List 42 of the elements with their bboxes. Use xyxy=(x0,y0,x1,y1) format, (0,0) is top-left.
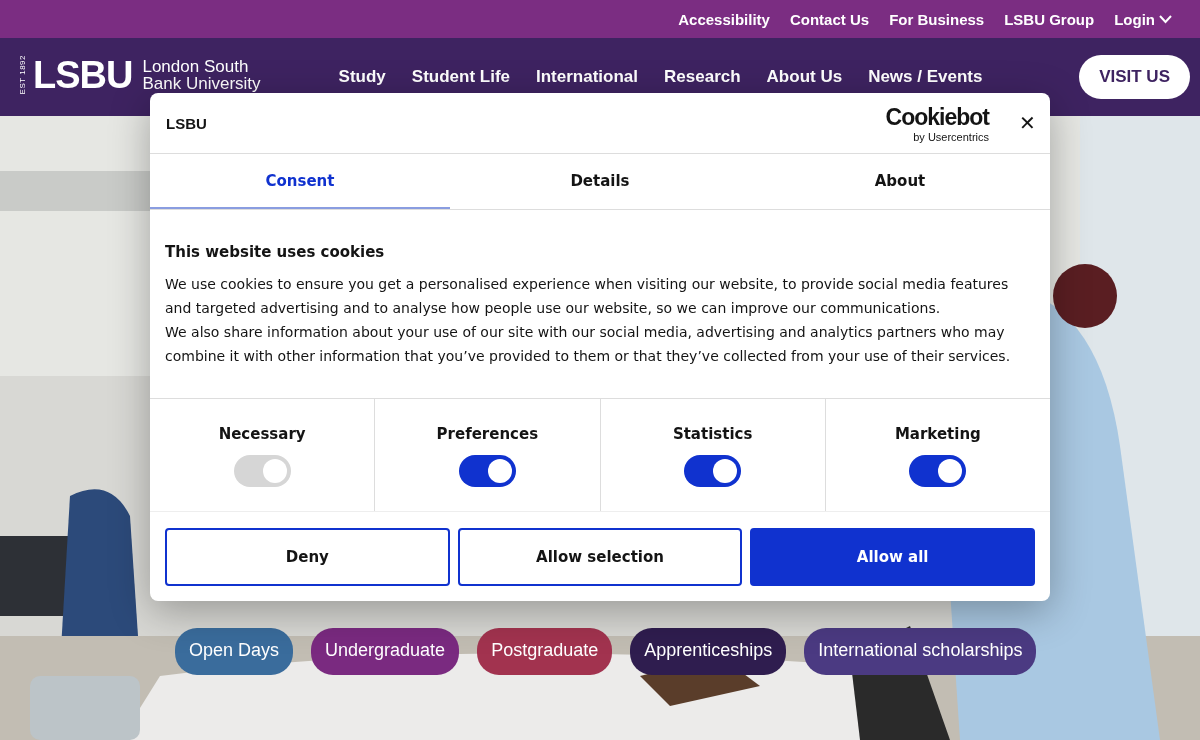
category-label: Marketing xyxy=(894,425,981,443)
category-pill[interactable]: Open Days xyxy=(175,628,294,675)
dialog-tab[interactable]: Consent xyxy=(150,154,450,209)
logo-name-text: Bank University xyxy=(142,75,261,92)
top-link[interactable]: LSBU Group xyxy=(1004,10,1095,28)
close-button[interactable]: ✕ xyxy=(1019,111,1036,135)
chevron-down-icon xyxy=(1159,14,1172,24)
category-pill[interactable]: Apprenticeships xyxy=(630,628,787,675)
nav-link[interactable]: Student Life xyxy=(411,67,510,87)
category-label: Necessary xyxy=(218,425,306,443)
nav-link[interactable]: Research xyxy=(664,67,741,87)
category-pill[interactable]: Undergraduate xyxy=(311,628,460,675)
logo-name-text: London South xyxy=(142,58,250,75)
cookiebot-subtitle: by Usercentrics xyxy=(913,130,989,143)
action-button[interactable]: Deny xyxy=(165,528,450,586)
category-pill[interactable]: International scholarships xyxy=(804,628,1037,675)
dialog-tab[interactable]: Details xyxy=(450,154,750,209)
top-link[interactable]: Login xyxy=(1114,10,1172,28)
brand-logo: LSBU xyxy=(166,114,207,132)
nav-link[interactable]: Study xyxy=(338,67,386,87)
nav-link[interactable]: News / Events xyxy=(868,67,983,87)
visit-us-button[interactable]: VISIT US xyxy=(1079,55,1190,99)
nav-link[interactable]: International xyxy=(536,67,639,87)
paragraph: We use cookies to ensure you get a personalised experience when visiting our website, to provide social media features and targeted advertising and to analyse how people use our website, so we can improve our communications. xyxy=(165,275,1010,318)
cookiebot-logo: Cookiebot xyxy=(885,103,989,131)
top-link[interactable]: Accessibility xyxy=(678,10,770,28)
category-pill[interactable]: Postgraduate xyxy=(477,628,613,675)
top-link[interactable]: For Business xyxy=(889,10,985,28)
dialog-tab[interactable]: About xyxy=(750,154,1050,209)
logo-est-text: EST 1892 xyxy=(18,55,27,95)
logo-mark[interactable]: LSBU xyxy=(33,53,133,97)
category-label: Statistics xyxy=(672,425,753,443)
dialog-title: This website uses cookies xyxy=(165,242,386,263)
nav-link[interactable]: About Us xyxy=(766,67,843,87)
top-link[interactable]: Contact Us xyxy=(789,10,870,28)
paragraph: We also share information about your use of our site with our social media, advertising and analytics partners who may combine it with other information that you’ve provided to them or that they’ve collected from your use of their services. xyxy=(165,323,1012,366)
category-label: Preferences xyxy=(436,425,539,443)
action-button[interactable]: Allow selection xyxy=(457,528,743,586)
toggle-switch[interactable] xyxy=(684,455,742,487)
toggle-switch[interactable] xyxy=(909,455,967,487)
action-button[interactable]: Allow all xyxy=(750,528,1035,586)
toggle-switch[interactable] xyxy=(458,455,516,487)
